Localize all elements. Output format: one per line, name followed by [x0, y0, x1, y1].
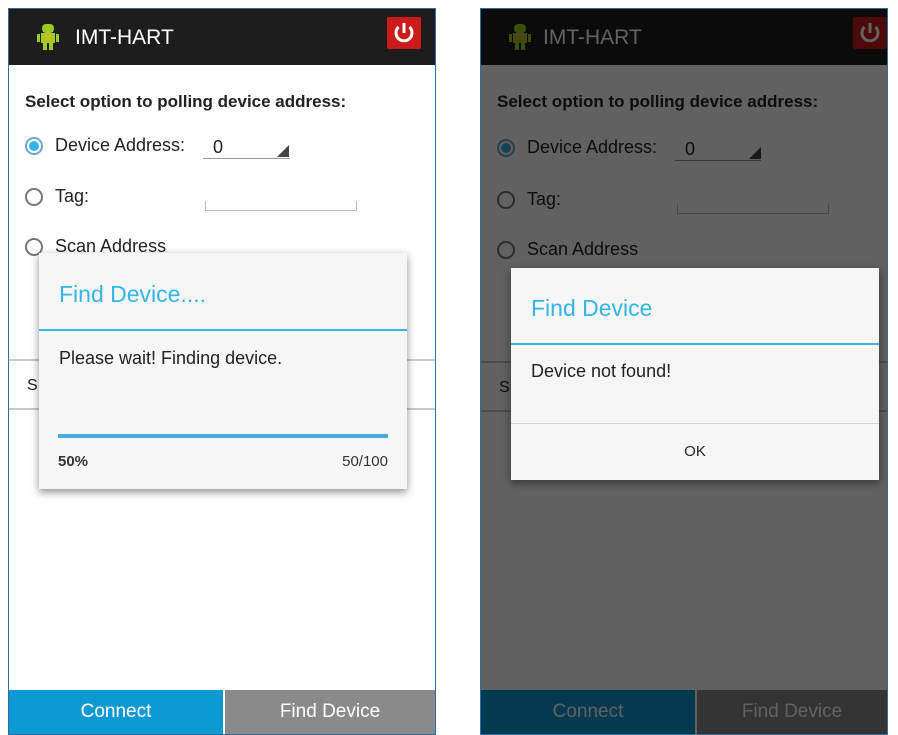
dropdown-arrow-icon	[277, 145, 289, 157]
android-robot-icon	[37, 24, 59, 50]
ok-button[interactable]: OK	[511, 423, 879, 479]
progress-dialog: Find Device.... Please wait! Finding dev…	[39, 253, 407, 489]
screen-device-not-found: IMT-HART Select option to polling device…	[480, 8, 888, 735]
tag-option[interactable]: Tag:	[25, 186, 89, 207]
progress-percent: 50%	[58, 453, 89, 470]
bottom-bar: Connect Find Device	[9, 690, 435, 734]
form-heading: Select option to polling device address:	[25, 92, 347, 111]
power-icon	[394, 23, 414, 43]
dialog-message: Please wait! Finding device.	[59, 348, 283, 368]
progress-bar	[58, 434, 388, 438]
dialog-title: Find Device	[531, 295, 653, 321]
dialog-title: Find Device....	[59, 281, 206, 307]
action-bar: IMT-HART	[9, 9, 435, 65]
device-address-radio[interactable]	[25, 136, 43, 155]
screen-finding-device: IMT-HART Select option to polling device…	[8, 8, 436, 735]
hidden-row-label: S	[27, 377, 38, 394]
dialog-title-separator	[39, 329, 407, 331]
app-title: IMT-HART	[75, 26, 174, 49]
device-address-option[interactable]: Device Address:	[25, 135, 185, 156]
device-address-value: 0	[213, 137, 224, 157]
tag-label: Tag:	[55, 186, 90, 206]
connect-button[interactable]: Connect	[9, 690, 223, 734]
device-address-label: Device Address:	[55, 135, 186, 155]
dialog-message: Device not found!	[531, 361, 672, 381]
progress-count: 50/100	[342, 453, 388, 470]
tag-input[interactable]	[205, 201, 357, 211]
device-address-spinner[interactable]: 0	[203, 137, 289, 159]
progress-bar-fill	[58, 434, 388, 438]
power-button[interactable]	[387, 17, 421, 49]
result-dialog: Find Device Device not found! OK	[511, 268, 879, 480]
find-device-button[interactable]: Find Device	[225, 690, 435, 734]
tag-radio[interactable]	[25, 187, 43, 206]
dialog-title-separator	[511, 343, 879, 345]
